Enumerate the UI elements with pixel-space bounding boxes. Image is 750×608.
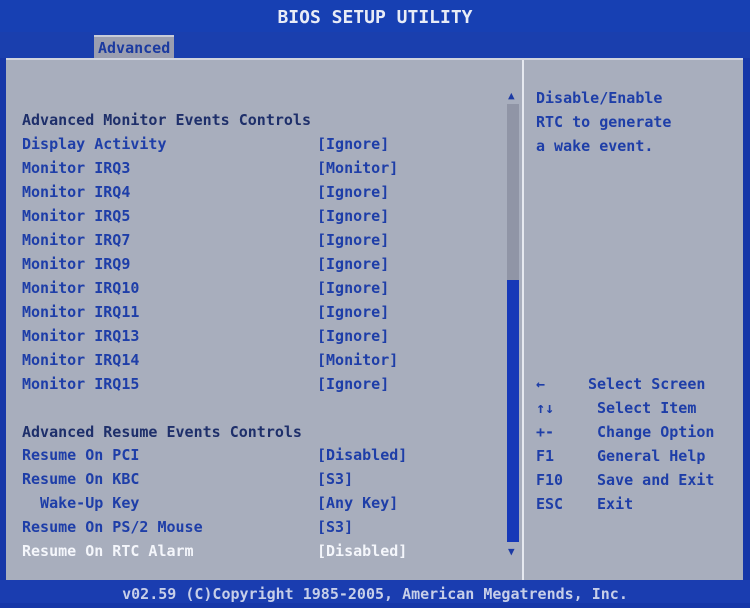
label-monitor-irq3[interactable]: Monitor IRQ3: [22, 156, 130, 180]
label-resume-on-pci[interactable]: Resume On PCI: [22, 443, 139, 467]
value-resume-on-pci[interactable]: [Disabled]: [317, 443, 407, 467]
label-resume-on-kbc[interactable]: Resume On KBC: [22, 467, 139, 491]
value-monitor-irq14[interactable]: [Monitor]: [317, 348, 398, 372]
label-wake-up-key[interactable]: Wake-Up Key: [22, 491, 139, 515]
key-desc: Select Item: [588, 399, 697, 417]
value-monitor-irq4[interactable]: [Ignore]: [317, 180, 389, 204]
label-monitor-irq9[interactable]: Monitor IRQ9: [22, 252, 130, 276]
key-desc: Select Screen: [588, 375, 706, 393]
key-desc: Exit: [588, 495, 634, 513]
settings-pane: Advanced Monitor Events Controls Display…: [6, 60, 524, 580]
value-monitor-irq13[interactable]: [Ignore]: [317, 324, 389, 348]
up-down-arrow-icon: ↑↓: [536, 399, 555, 417]
left-arrow-icon: ←: [536, 375, 546, 393]
monitor-events-header: Advanced Monitor Events Controls: [22, 111, 311, 129]
help-line-3: a wake event.: [536, 137, 654, 155]
key-label: F1: [536, 447, 555, 465]
label-monitor-irq5[interactable]: Monitor IRQ5: [22, 204, 130, 228]
scrollbar-thumb[interactable]: [507, 280, 519, 542]
value-monitor-irq3[interactable]: [Monitor]: [317, 156, 398, 180]
label-resume-on-ps2-mouse[interactable]: Resume On PS/2 Mouse: [22, 515, 203, 539]
label-resume-on-rtc-alarm[interactable]: Resume On RTC Alarm: [22, 539, 194, 563]
scrollbar-track[interactable]: [507, 104, 519, 542]
help-line-2: RTC to generate: [536, 113, 672, 131]
key-desc: Save and Exit: [588, 471, 715, 489]
value-monitor-irq5[interactable]: [Ignore]: [317, 204, 389, 228]
value-monitor-irq10[interactable]: [Ignore]: [317, 276, 389, 300]
label-monitor-irq10[interactable]: Monitor IRQ10: [22, 276, 139, 300]
bios-title: BIOS SETUP UTILITY: [0, 0, 750, 32]
label-monitor-irq7[interactable]: Monitor IRQ7: [22, 228, 130, 252]
scroll-down-arrow-icon[interactable]: ▼: [508, 546, 515, 558]
help-text: Disable/Enable RTC to generate a wake ev…: [536, 86, 736, 158]
tab-bar: Advanced: [0, 32, 750, 59]
value-monitor-irq9[interactable]: [Ignore]: [317, 252, 389, 276]
value-monitor-irq11[interactable]: [Ignore]: [317, 300, 389, 324]
help-line-1: Disable/Enable: [536, 89, 663, 107]
tab-advanced[interactable]: Advanced: [94, 35, 175, 59]
key-desc: General Help: [588, 447, 706, 465]
copyright-footer: v02.59 (C)Copyright 1985-2005, American …: [0, 580, 750, 603]
value-resume-on-ps2-mouse[interactable]: [S3]: [317, 515, 353, 539]
key-desc: Change Option: [588, 423, 715, 441]
label-monitor-irq15[interactable]: Monitor IRQ15: [22, 372, 139, 396]
value-resume-on-rtc-alarm[interactable]: [Disabled]: [317, 539, 407, 563]
resume-events-header: Advanced Resume Events Controls: [22, 423, 302, 441]
label-monitor-irq14[interactable]: Monitor IRQ14: [22, 348, 139, 372]
key-label: F10: [536, 471, 564, 489]
plus-minus-icon: +-: [536, 423, 555, 441]
value-wake-up-key[interactable]: [Any Key]: [317, 491, 398, 515]
label-monitor-irq11[interactable]: Monitor IRQ11: [22, 300, 139, 324]
scroll-up-arrow-icon[interactable]: ▲: [508, 90, 515, 102]
label-monitor-irq4[interactable]: Monitor IRQ4: [22, 180, 130, 204]
value-resume-on-kbc[interactable]: [S3]: [317, 467, 353, 491]
label-display-activity[interactable]: Display Activity: [22, 132, 167, 156]
label-monitor-irq13[interactable]: Monitor IRQ13: [22, 324, 139, 348]
main-panel: Advanced Monitor Events Controls Display…: [6, 58, 743, 580]
value-monitor-irq7[interactable]: [Ignore]: [317, 228, 389, 252]
value-monitor-irq15[interactable]: [Ignore]: [317, 372, 389, 396]
key-label: ESC: [536, 495, 564, 513]
value-display-activity[interactable]: [Ignore]: [317, 132, 389, 156]
